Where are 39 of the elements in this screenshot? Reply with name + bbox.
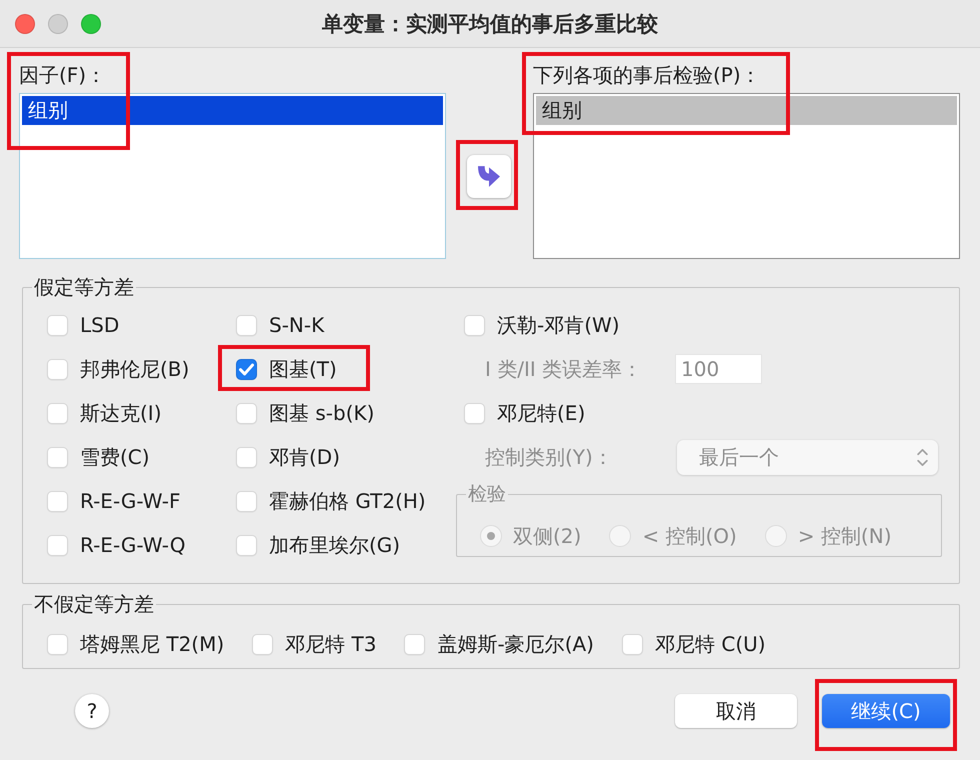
list-item[interactable]: 组别: [536, 96, 957, 125]
checkbox-label[interactable]: 盖姆斯-豪厄尔(A): [437, 632, 594, 656]
checkbox-label[interactable]: LSD: [80, 313, 120, 337]
chevron-updown-icon: [917, 448, 928, 466]
checkbox-label[interactable]: 邓尼特 C(U): [655, 632, 766, 656]
move-button[interactable]: [467, 155, 511, 198]
checkbox-label[interactable]: 霍赫伯格 GT2(H): [269, 489, 426, 513]
checkbox-label[interactable]: R-E-G-W-F: [80, 489, 180, 513]
checkbox-label[interactable]: R-E-G-W-Q: [80, 533, 186, 557]
list-label: 下列各项的事后检验(P)：: [533, 62, 761, 88]
checkbox-label[interactable]: 沃勒-邓肯(W): [497, 313, 620, 337]
checkbox-label[interactable]: 邦弗伦尼(B): [80, 357, 190, 381]
checkbox-label[interactable]: 塔姆黑尼 T2(M): [80, 632, 224, 656]
group-title: 假定等方差: [33, 277, 135, 297]
zoom-icon[interactable]: [81, 14, 101, 34]
group-title: 不假定等方差: [33, 594, 155, 614]
checkbox-label[interactable]: S-N-K: [269, 313, 324, 337]
continue-button[interactable]: 继续(C): [822, 694, 950, 728]
checkbox-label[interactable]: 邓肯(D): [269, 445, 340, 469]
list-item[interactable]: 组别: [22, 96, 443, 125]
arrow-icon: [478, 166, 500, 187]
checkbox-label[interactable]: 图基 s-b(K): [269, 401, 374, 425]
checkbox-label[interactable]: 图基(T): [269, 357, 337, 381]
field-label: 控制类别(Y)：: [485, 445, 613, 469]
close-icon[interactable]: [15, 14, 35, 34]
help-button[interactable]: ?: [75, 694, 109, 728]
field-label: I 类/II 类误差率：: [485, 357, 642, 381]
checkbox[interactable]: [236, 358, 257, 380]
group-title: 检验: [467, 484, 507, 504]
checkbox-label[interactable]: 邓尼特 T3: [285, 632, 376, 656]
checkbox-label[interactable]: 加布里埃尔(G): [269, 533, 400, 557]
list-box[interactable]: 组别: [19, 93, 446, 259]
checkbox-label[interactable]: 邓尼特(E): [497, 401, 586, 425]
checkbox-label[interactable]: 雪费(C): [80, 445, 150, 469]
cancel-button[interactable]: 取消: [675, 694, 797, 728]
list-box[interactable]: 组别: [533, 93, 960, 259]
checkbox-label[interactable]: 斯达克(I): [80, 401, 162, 425]
list-label: 因子(F)：: [19, 62, 106, 88]
window-title: 单变量：实测平均值的事后多重比较: [322, 10, 658, 36]
